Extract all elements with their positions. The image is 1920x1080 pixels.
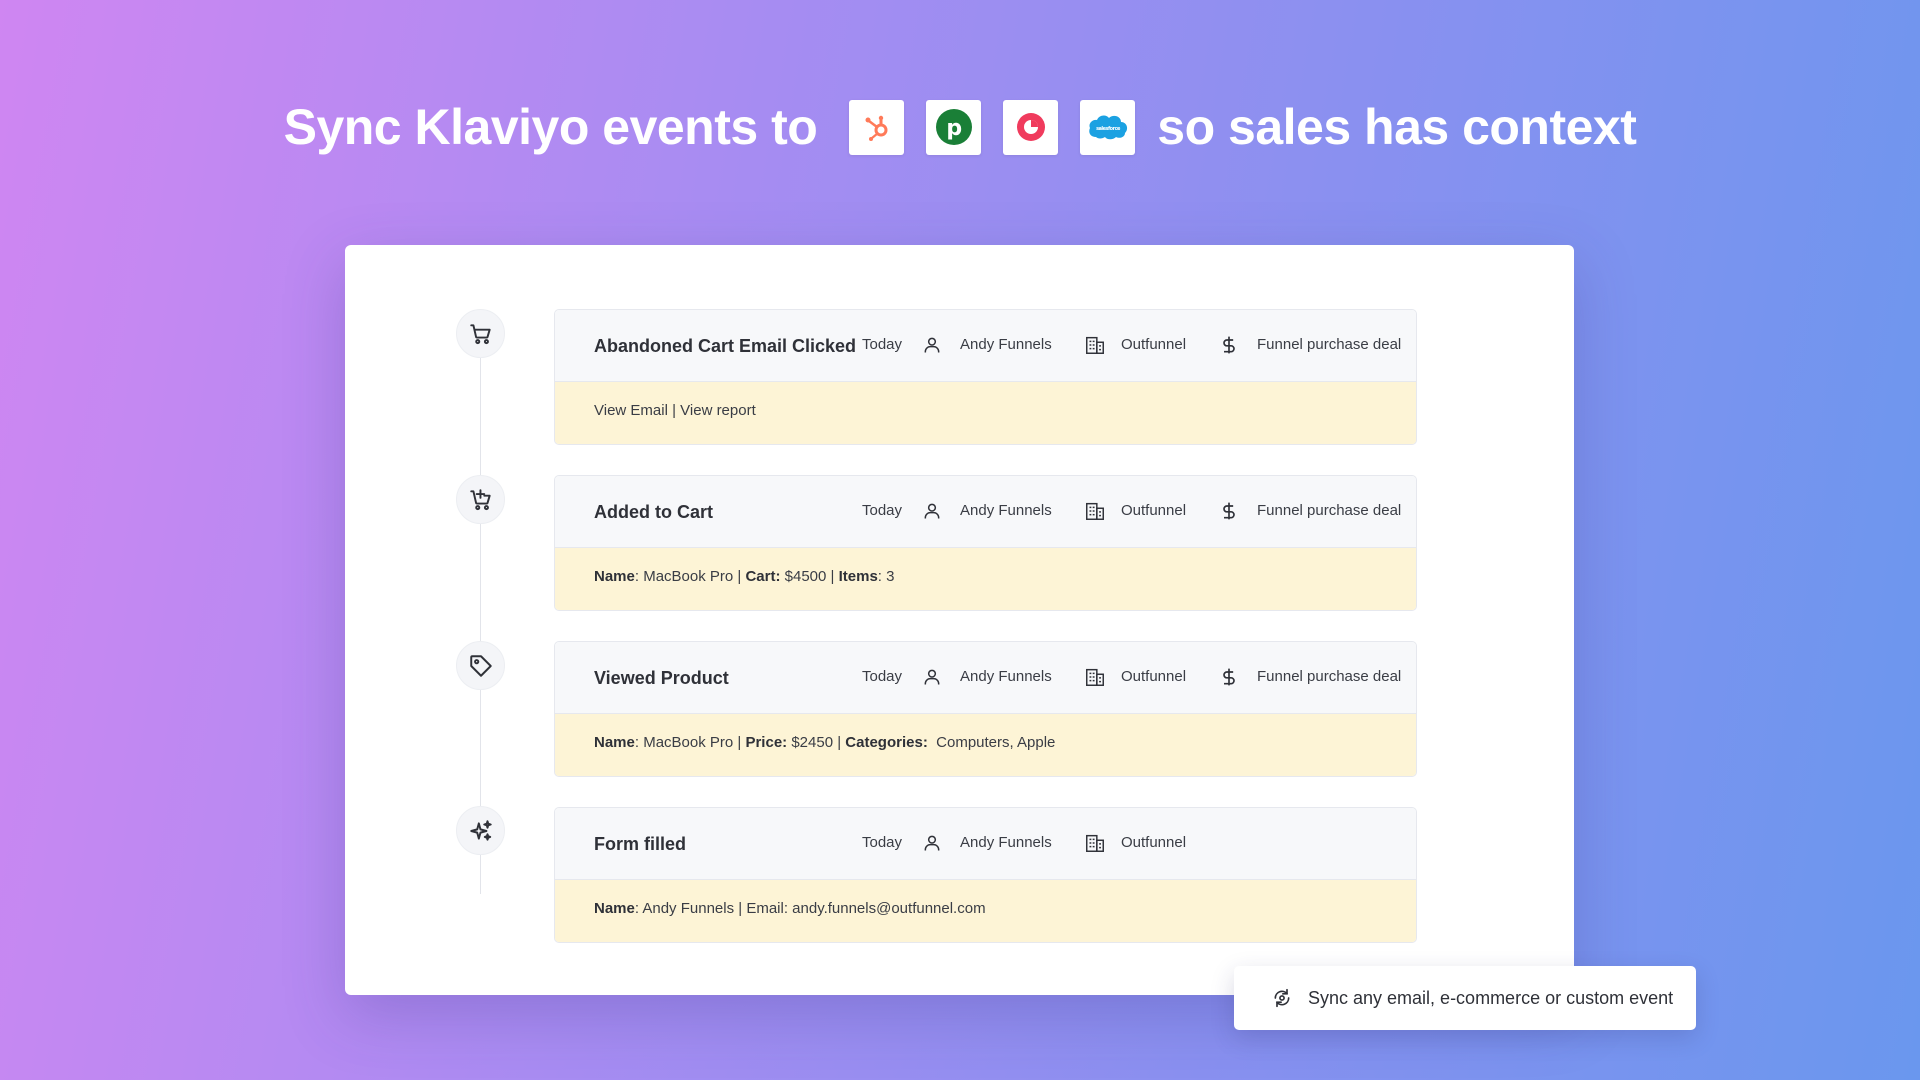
detail-value: : 3 bbox=[877, 568, 895, 585]
event-details: Name: MacBook Pro | Cart: $4500 | Items:… bbox=[555, 548, 1416, 610]
detail-label: Name bbox=[594, 568, 635, 585]
event-person[interactable]: Andy Funnels bbox=[960, 834, 1052, 851]
tag-icon bbox=[456, 641, 505, 690]
sync-toast-text: Sync any email, e-commerce or custom eve… bbox=[1308, 987, 1674, 1008]
person-icon bbox=[921, 832, 943, 854]
link-separator: | bbox=[667, 402, 681, 419]
view-report-link[interactable]: View report bbox=[680, 402, 756, 419]
detail-label: Name bbox=[594, 900, 635, 917]
event-title: Form filled bbox=[594, 834, 687, 854]
event-header: Abandoned Cart Email Clicked Today Andy … bbox=[555, 310, 1416, 382]
event-header: Added to Cart Today Andy Funnels Outfunn… bbox=[555, 476, 1416, 548]
hubspot-logo bbox=[849, 99, 905, 155]
pipedrive-logo: p bbox=[926, 99, 982, 155]
headline-before: Sync Klaviyo events to bbox=[283, 99, 818, 155]
event-person[interactable]: Andy Funnels bbox=[960, 336, 1052, 353]
salesforce-logo: salesforce bbox=[1080, 99, 1136, 155]
headline: Sync Klaviyo events to p salesforce so s… bbox=[0, 98, 1920, 156]
event-date: Today bbox=[862, 668, 903, 685]
event-form-filled[interactable]: Form filled Today Andy Funnels Outfunnel… bbox=[554, 807, 1417, 943]
dollar-icon bbox=[1218, 666, 1240, 688]
event-details: View Email | View report bbox=[555, 382, 1416, 444]
building-icon bbox=[1084, 334, 1106, 356]
dollar-icon bbox=[1218, 334, 1240, 356]
event-date: Today bbox=[862, 336, 903, 353]
sparkles-icon bbox=[456, 806, 505, 855]
detail-value: : Andy Funnels | Email: andy.funnels@out… bbox=[634, 900, 986, 917]
detail-value: : MacBook Pro | bbox=[634, 568, 746, 585]
event-details: Name: Andy Funnels | Email: andy.funnels… bbox=[555, 880, 1416, 942]
person-icon bbox=[921, 500, 943, 522]
cart-add-icon bbox=[456, 475, 505, 524]
event-added-to-cart[interactable]: Added to Cart Today Andy Funnels Outfunn… bbox=[554, 475, 1417, 611]
headline-after: so sales has context bbox=[1157, 99, 1637, 155]
crm-logos: p salesforce bbox=[849, 99, 1136, 155]
detail-value: Computers, Apple bbox=[927, 734, 1056, 751]
dollar-icon bbox=[1218, 500, 1240, 522]
detail-value: : MacBook Pro | bbox=[634, 734, 746, 751]
detail-label: Price: bbox=[745, 734, 788, 751]
detail-value: $4500 | bbox=[780, 568, 839, 585]
event-company[interactable]: Outfunnel bbox=[1121, 336, 1186, 353]
building-icon bbox=[1084, 832, 1106, 854]
detail-value: $2450 | bbox=[787, 734, 846, 751]
event-viewed-product[interactable]: Viewed Product Today Andy Funnels Outfun… bbox=[554, 641, 1417, 777]
shopping-cart-icon bbox=[456, 309, 505, 358]
copper-logo bbox=[1003, 99, 1059, 155]
event-date: Today bbox=[862, 502, 903, 519]
detail-label: Categories: bbox=[845, 734, 928, 751]
event-deal[interactable]: Funnel purchase deal bbox=[1257, 668, 1401, 685]
event-company[interactable]: Outfunnel bbox=[1121, 502, 1186, 519]
svg-text:salesforce: salesforce bbox=[1096, 126, 1121, 132]
event-details: Name: MacBook Pro | Price: $2450 | Categ… bbox=[555, 714, 1416, 776]
sync-toast: Sync any email, e-commerce or custom eve… bbox=[1234, 966, 1696, 1030]
event-title: Abandoned Cart Email Clicked bbox=[594, 336, 857, 356]
event-deal[interactable]: Funnel purchase deal bbox=[1257, 336, 1401, 353]
person-icon bbox=[921, 334, 943, 356]
sync-icon bbox=[1272, 988, 1292, 1008]
building-icon bbox=[1084, 666, 1106, 688]
event-title: Viewed Product bbox=[594, 668, 729, 688]
event-person[interactable]: Andy Funnels bbox=[960, 668, 1052, 685]
person-icon bbox=[921, 666, 943, 688]
event-person[interactable]: Andy Funnels bbox=[960, 502, 1052, 519]
event-date: Today bbox=[862, 834, 903, 851]
event-company[interactable]: Outfunnel bbox=[1121, 834, 1186, 851]
detail-label: Cart: bbox=[745, 568, 781, 585]
svg-text:p: p bbox=[946, 116, 961, 141]
view-email-link[interactable]: View Email bbox=[594, 402, 668, 419]
building-icon bbox=[1084, 500, 1106, 522]
event-abandoned-cart[interactable]: Abandoned Cart Email Clicked Today Andy … bbox=[554, 309, 1417, 445]
event-header: Viewed Product Today Andy Funnels Outfun… bbox=[555, 642, 1416, 714]
detail-label: Items bbox=[838, 568, 878, 585]
event-header: Form filled Today Andy Funnels Outfunnel bbox=[555, 808, 1416, 880]
detail-label: Name bbox=[594, 734, 635, 751]
event-company[interactable]: Outfunnel bbox=[1121, 668, 1186, 685]
event-title: Added to Cart bbox=[594, 502, 713, 522]
event-deal[interactable]: Funnel purchase deal bbox=[1257, 502, 1401, 519]
